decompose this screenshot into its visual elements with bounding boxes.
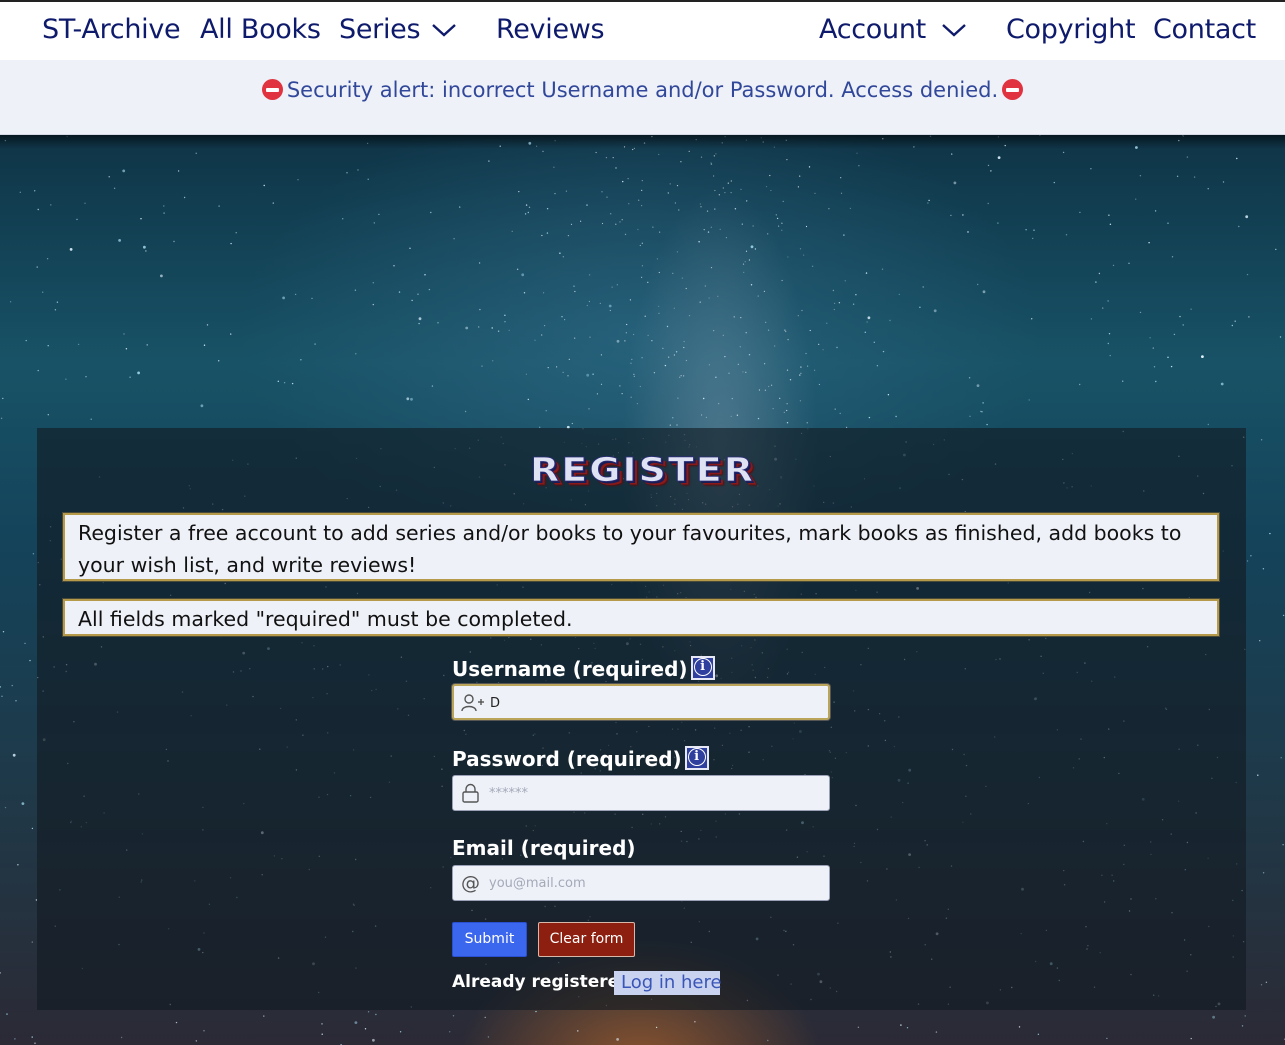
- chevron-down-icon[interactable]: [431, 22, 457, 38]
- password-label: Password (required): [452, 746, 709, 771]
- login-link[interactable]: Log in here: [614, 971, 722, 995]
- email-input[interactable]: [489, 872, 819, 894]
- nav-account-dropdown[interactable]: Account: [819, 14, 926, 45]
- nav-reviews-link[interactable]: Reviews: [496, 14, 605, 45]
- clear-form-button[interactable]: Clear form: [538, 922, 635, 957]
- lock-icon: [460, 783, 484, 803]
- info-icon[interactable]: [684, 746, 709, 770]
- username-label: Username (required): [452, 656, 715, 681]
- security-alert: Security alert: incorrect Username and/o…: [0, 60, 1285, 135]
- username-input[interactable]: [490, 692, 820, 714]
- required-note: All fields marked "required" must be com…: [62, 598, 1220, 637]
- nav-brand-link[interactable]: ST-Archive: [42, 14, 181, 45]
- nav-all-books-link[interactable]: All Books: [200, 14, 321, 45]
- email-field[interactable]: @: [452, 865, 830, 901]
- nav-copyright-link[interactable]: Copyright: [1006, 14, 1136, 45]
- submit-button[interactable]: Submit: [452, 922, 527, 957]
- email-label: Email (required): [452, 836, 636, 860]
- password-field[interactable]: [452, 775, 830, 811]
- password-input[interactable]: [489, 782, 819, 804]
- at-icon: @: [460, 872, 484, 894]
- alert-text: Security alert: incorrect Username and/o…: [286, 78, 999, 102]
- already-registered-text: Already registered?: [452, 972, 642, 992]
- nav-contact-link[interactable]: Contact: [1153, 14, 1256, 45]
- stop-icon: [1002, 79, 1024, 100]
- info-icon[interactable]: [690, 656, 715, 680]
- user-plus-icon: [461, 693, 485, 713]
- register-title: REGISTER: [529, 451, 756, 490]
- nav-series-dropdown[interactable]: Series: [339, 14, 421, 45]
- navbar: ST-Archive All Books Series Reviews Acco…: [0, 2, 1285, 60]
- register-intro: Register a free account to add series an…: [62, 512, 1220, 582]
- username-field[interactable]: [452, 684, 830, 720]
- chevron-down-icon[interactable]: [941, 22, 967, 38]
- svg-text:@: @: [461, 873, 480, 893]
- stop-icon: [261, 79, 283, 100]
